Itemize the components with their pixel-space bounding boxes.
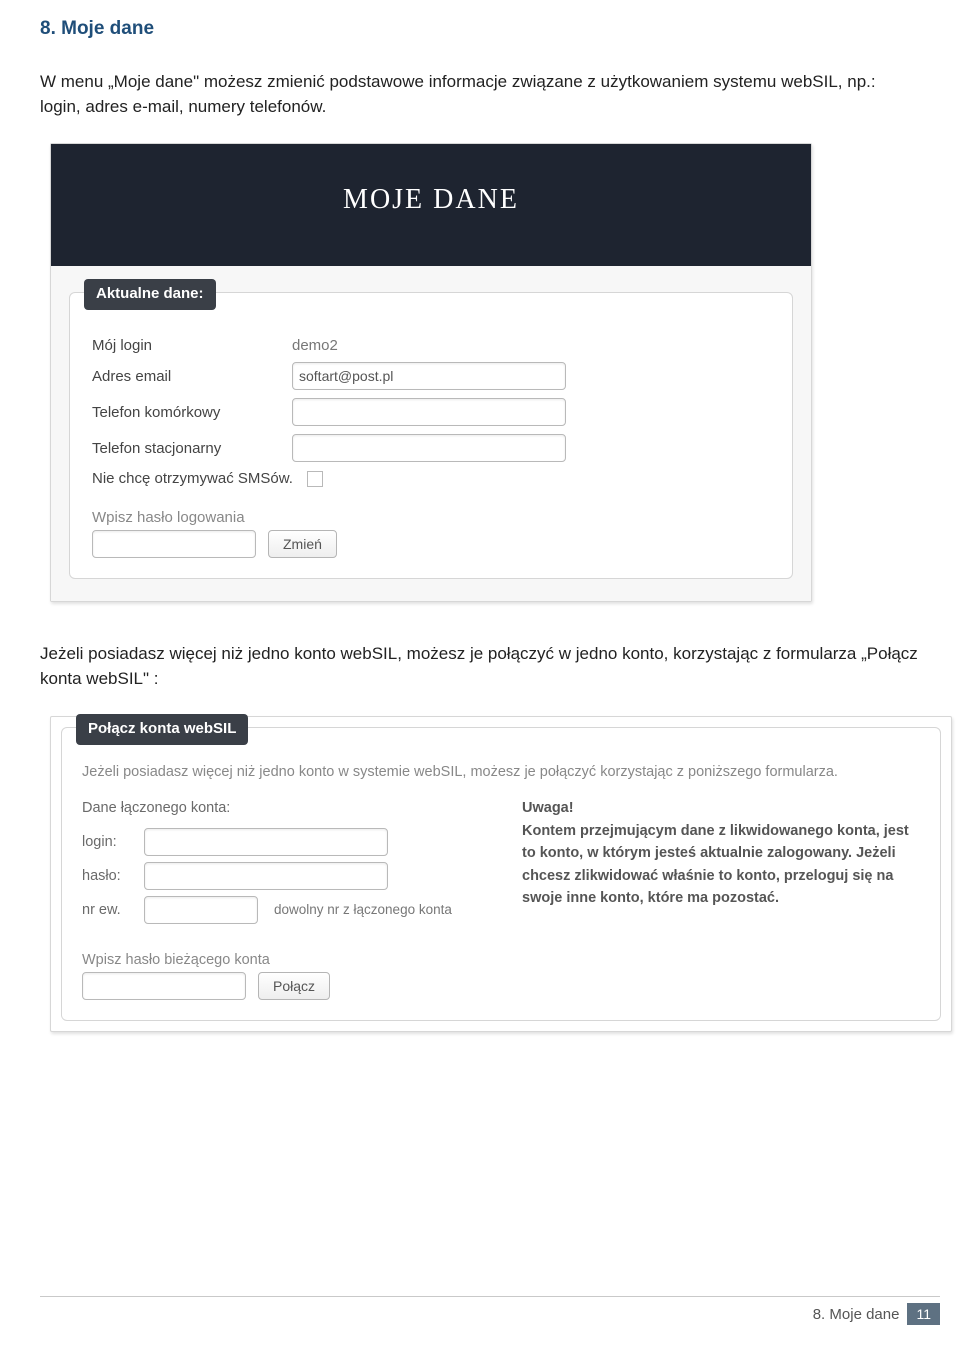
login-label: Mój login — [92, 337, 292, 354]
password-label: Wpisz hasło logowania — [92, 509, 772, 526]
merge-pass-label: hasło: — [82, 868, 144, 884]
mid-paragraph: Jeżeli posiadasz więcej niż jedno konto … — [40, 642, 920, 691]
page-footer: 8. Moje dane 11 — [40, 1296, 940, 1325]
legend-aktualne-dane: Aktualne dane: — [84, 279, 216, 310]
mobile-input[interactable] — [292, 398, 566, 426]
merge-pass-input[interactable] — [144, 862, 388, 890]
nosms-label: Nie chcę otrzymywać SMSów. — [92, 470, 293, 487]
merge-login-input[interactable] — [144, 828, 388, 856]
email-label: Adres email — [92, 368, 292, 385]
merge-login-label: login: — [82, 834, 144, 850]
section-heading: 8. Moje dane — [40, 18, 920, 40]
footer-rule — [40, 1296, 940, 1297]
panel-header-title: MOJE DANE — [343, 184, 519, 215]
moje-dane-screenshot: MOJE DANE Aktualne dane: Mój login demo2… — [50, 143, 812, 602]
legend-polacz-konta: Połącz konta webSIL — [76, 714, 248, 745]
mobile-label: Telefon komórkowy — [92, 404, 292, 421]
merge-nrew-label: nr ew. — [82, 902, 144, 918]
landline-label: Telefon stacjonarny — [92, 440, 292, 457]
change-button[interactable]: Zmień — [268, 530, 337, 558]
current-pass-input[interactable] — [82, 972, 246, 1000]
intro-paragraph: W menu „Moje dane" możesz zmienić podsta… — [40, 70, 920, 119]
warning-body: Kontem przejmującym dane z likwidowanego… — [522, 820, 920, 910]
left-subhead: Dane łączonego konta: — [82, 800, 512, 816]
footer-section: 8. Moje dane — [813, 1306, 900, 1323]
panel-header: MOJE DANE — [51, 144, 811, 266]
login-value: demo2 — [292, 337, 338, 354]
merge-button[interactable]: Połącz — [258, 972, 330, 1000]
merge-nrew-hint: dowolny nr z łączonego konta — [274, 902, 452, 917]
warning-head: Uwaga! — [522, 800, 920, 816]
polacz-konta-screenshot: Połącz konta webSIL Jeżeli posiadasz wię… — [50, 716, 952, 1032]
page-number-badge: 11 — [907, 1303, 940, 1325]
landline-input[interactable] — [292, 434, 566, 462]
nosms-checkbox[interactable] — [307, 471, 323, 487]
merge-nrew-input[interactable] — [144, 896, 258, 924]
merge-description: Jeżeli posiadasz więcej niż jedno konto … — [82, 764, 920, 780]
password-input[interactable] — [92, 530, 256, 558]
email-input[interactable] — [292, 362, 566, 390]
current-pass-label: Wpisz hasło bieżącego konta — [82, 952, 920, 968]
